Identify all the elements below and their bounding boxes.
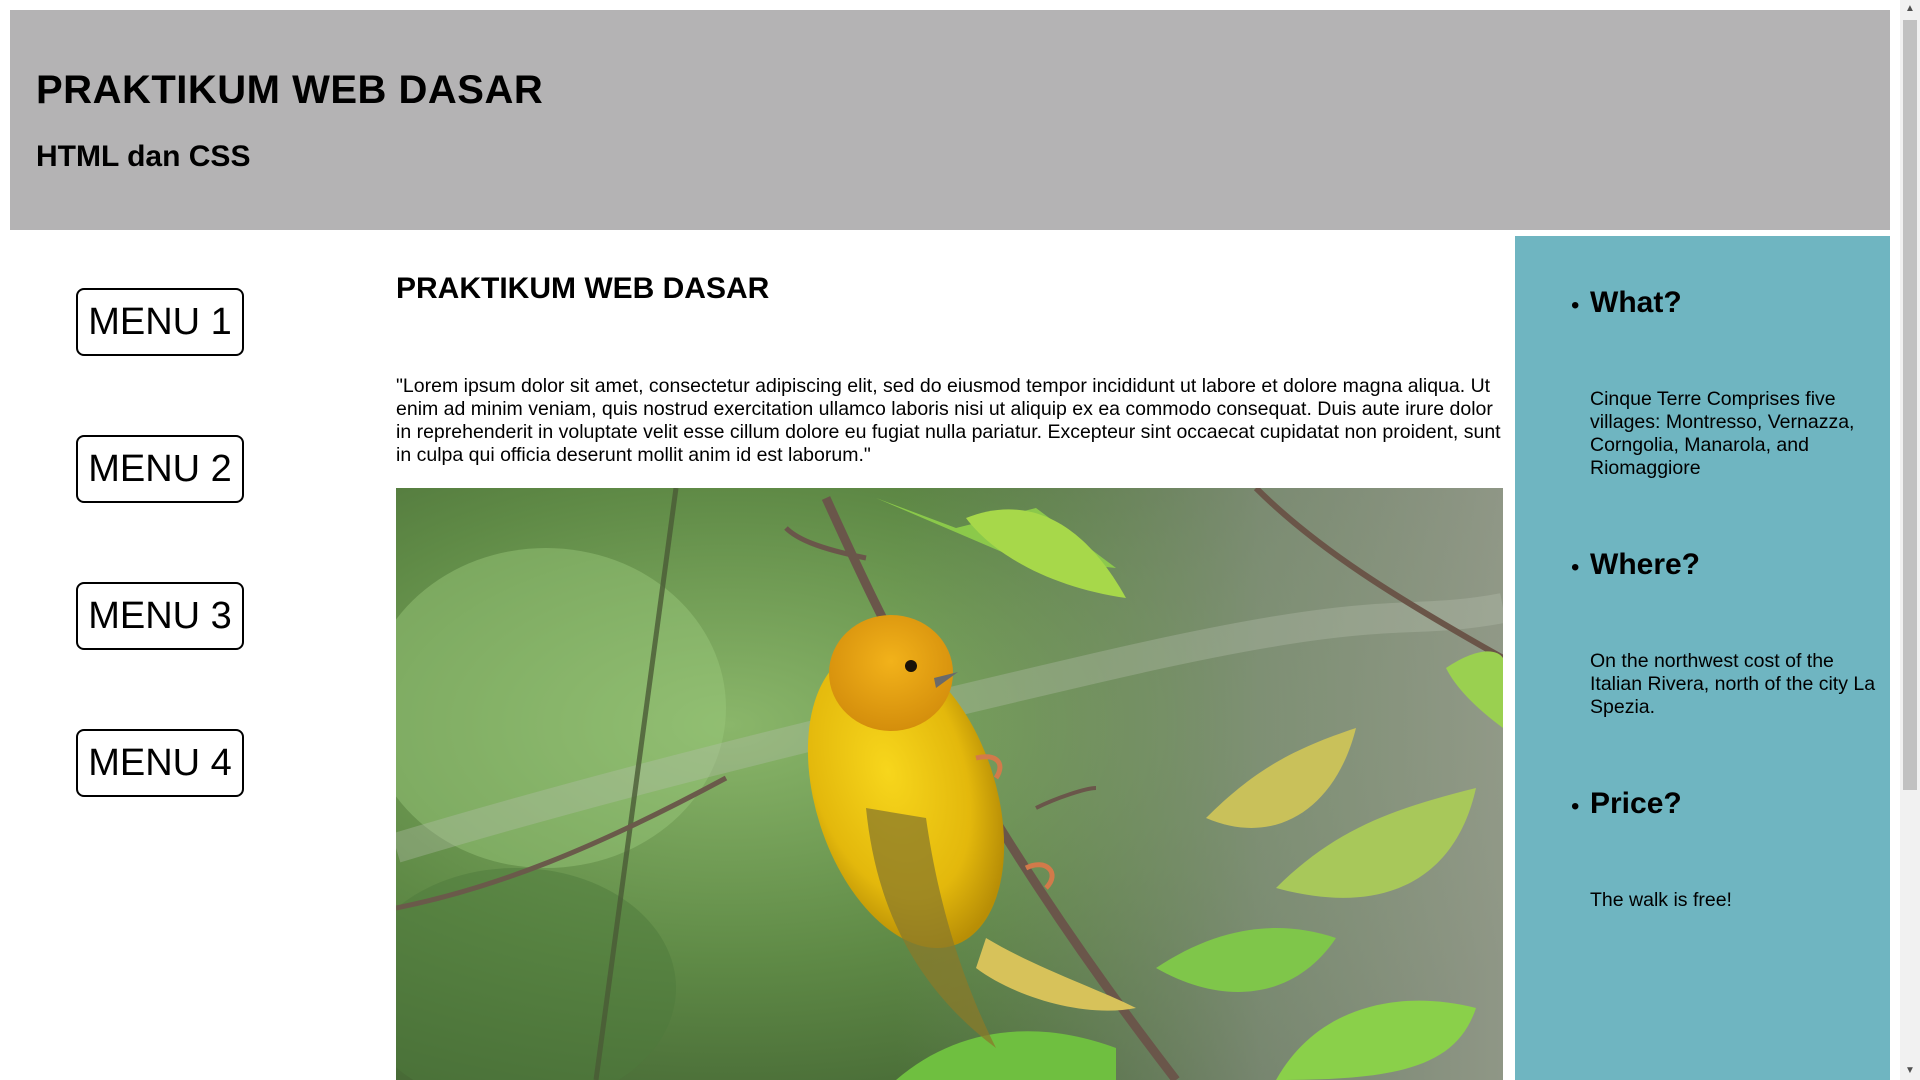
menu-3-button[interactable]: MENU 3: [76, 582, 244, 650]
menu-4-button[interactable]: MENU 4: [76, 729, 244, 797]
main-paragraph: "Lorem ipsum dolor sit amet, consectetur…: [396, 375, 1501, 466]
page-title: PRAKTIKUM WEB DASAR: [36, 68, 544, 112]
aside-text-price: The walk is free!: [1590, 889, 1732, 911]
page-subtitle: HTML dan CSS: [36, 140, 251, 173]
aside-heading-where: Where?: [1590, 548, 1701, 581]
menu-1-button[interactable]: MENU 1: [76, 288, 244, 356]
menu-4-label: MENU 4: [88, 741, 232, 784]
bird-photo: [396, 488, 1503, 1080]
menu-1-label: MENU 1: [88, 300, 232, 343]
aside-text-where: On the northwest cost of the Italian Riv…: [1590, 650, 1876, 718]
menu-3-label: MENU 3: [88, 594, 232, 637]
menu-2-label: MENU 2: [88, 447, 232, 490]
scroll-up-arrow-icon[interactable]: ▲: [1900, 0, 1920, 18]
aside-heading-what: What?: [1590, 286, 1682, 319]
bullet-icon: •: [1571, 793, 1580, 820]
scrollbar-thumb[interactable]: [1903, 20, 1917, 790]
scroll-down-arrow-icon[interactable]: ▼: [1900, 1062, 1920, 1080]
page-header: PRAKTIKUM WEB DASAR HTML dan CSS: [10, 10, 1890, 230]
info-sidebar: • What? Cinque Terre Comprises five vill…: [1515, 236, 1890, 1080]
bullet-icon: •: [1571, 554, 1580, 581]
menu-2-button[interactable]: MENU 2: [76, 435, 244, 503]
bird-photo-illustration: [396, 488, 1503, 1080]
aside-heading-price: Price?: [1590, 787, 1682, 820]
main-title: PRAKTIKUM WEB DASAR: [396, 272, 770, 305]
bullet-icon: •: [1571, 292, 1580, 319]
aside-text-what: Cinque Terre Comprises five villages: Mo…: [1590, 388, 1855, 479]
